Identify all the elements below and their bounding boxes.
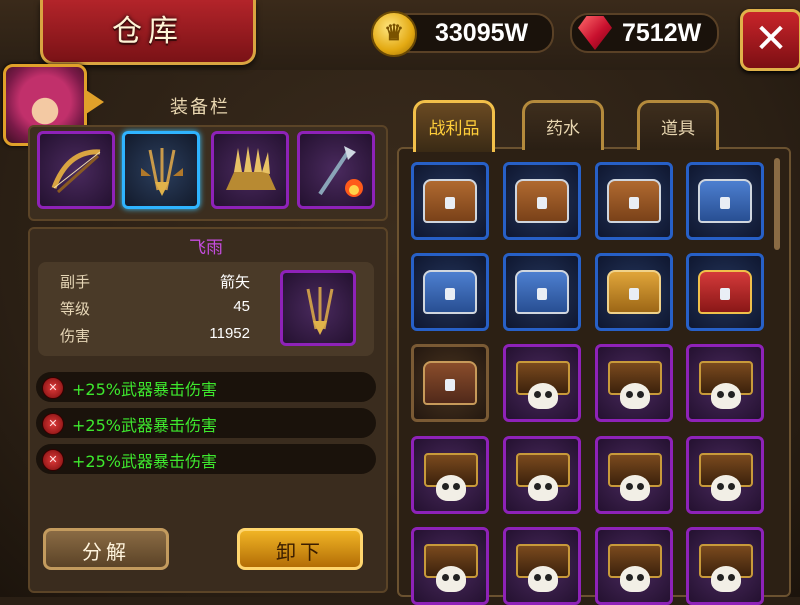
stat-level-label: 等级 bbox=[60, 300, 91, 318]
equipment-title: 装备栏 bbox=[170, 97, 230, 118]
stat-damage-value: 11952 bbox=[209, 325, 250, 342]
skull-treasure-icon bbox=[514, 353, 572, 413]
inventory-slot[interactable] bbox=[595, 162, 673, 240]
arrow-bundle-icon bbox=[141, 148, 183, 196]
close-button[interactable]: ✕ bbox=[740, 9, 800, 71]
skull-treasure-icon bbox=[697, 445, 755, 505]
skull-treasure-icon bbox=[606, 353, 664, 413]
attribute-row: ✕ +25%武器暴击伤害 bbox=[36, 444, 376, 474]
inventory-slot[interactable] bbox=[595, 253, 673, 331]
chest-blue-icon bbox=[515, 270, 569, 314]
ruby-gem-icon bbox=[578, 16, 612, 50]
stat-damage-label: 伤害 bbox=[60, 327, 91, 345]
chest-red-icon bbox=[698, 270, 752, 314]
inventory-slot[interactable] bbox=[411, 162, 489, 240]
attribute-icon: ✕ bbox=[42, 449, 64, 471]
stat-level-value: 45 bbox=[233, 298, 250, 315]
crossbow-icon bbox=[51, 149, 101, 194]
stat-type-value: 箭矢 bbox=[219, 274, 250, 291]
skull-treasure-icon bbox=[514, 445, 572, 505]
attribute-icon: ✕ bbox=[42, 413, 64, 435]
attribute-icon: ✕ bbox=[42, 377, 64, 399]
coin-counter: ♛ 33095W bbox=[371, 11, 554, 57]
inventory-slot[interactable] bbox=[595, 436, 673, 514]
expand-arrow-icon[interactable] bbox=[86, 90, 104, 114]
arrow-bundle-icon bbox=[306, 287, 334, 335]
stat-type-label: 副手 bbox=[60, 273, 91, 291]
skull-treasure-icon bbox=[606, 536, 664, 596]
gold-coin-icon: ♛ bbox=[371, 11, 417, 57]
tab-potions[interactable]: 药水 bbox=[522, 100, 604, 150]
attribute-row: ✕ +25%武器暴击伤害 bbox=[36, 372, 376, 402]
inventory-slot[interactable] bbox=[686, 344, 764, 422]
chest-gold-icon bbox=[607, 270, 661, 314]
skull-treasure-icon bbox=[422, 536, 480, 596]
skull-treasure-icon bbox=[697, 353, 755, 413]
inventory-slot[interactable] bbox=[503, 253, 581, 331]
item-name: 飞雨 bbox=[189, 238, 223, 258]
inventory-slot[interactable] bbox=[595, 527, 673, 605]
equip-slot-quiver[interactable] bbox=[211, 131, 289, 209]
inventory-slot[interactable] bbox=[411, 436, 489, 514]
inventory-slot[interactable] bbox=[411, 253, 489, 331]
inventory-scrollbar[interactable] bbox=[774, 158, 780, 250]
inventory-slot[interactable] bbox=[411, 344, 489, 422]
equip-slot-arrows[interactable] bbox=[122, 131, 200, 209]
gem-counter: 7512W bbox=[570, 13, 719, 53]
tab-items[interactable]: 道具 bbox=[637, 100, 719, 150]
inventory-slot[interactable] bbox=[503, 527, 581, 605]
chest-blue-icon bbox=[698, 179, 752, 223]
inventory-slot[interactable] bbox=[686, 527, 764, 605]
skull-treasure-icon bbox=[697, 536, 755, 596]
inventory-slot[interactable] bbox=[595, 344, 673, 422]
attribute-text: +25%武器暴击伤害 bbox=[72, 452, 217, 471]
attribute-text: +25%武器暴击伤害 bbox=[72, 380, 217, 399]
equip-slot-crossbow[interactable] bbox=[37, 131, 115, 209]
chest-brown-blue-icon bbox=[515, 179, 569, 223]
chest-wood-icon bbox=[423, 361, 477, 405]
attribute-row: ✕ +25%武器暴击伤害 bbox=[36, 408, 376, 438]
skull-treasure-icon bbox=[422, 445, 480, 505]
chest-blue-icon bbox=[423, 270, 477, 314]
tab-loot[interactable]: 战利品 bbox=[413, 100, 495, 152]
unequip-button[interactable]: 卸下 bbox=[237, 528, 363, 570]
skull-treasure-icon bbox=[514, 536, 572, 596]
inventory-slot[interactable] bbox=[503, 344, 581, 422]
inventory-slot[interactable] bbox=[686, 162, 764, 240]
gem-value: 7512W bbox=[622, 19, 702, 47]
title-banner: 仓库 bbox=[13, 0, 283, 65]
equip-slot-fire-arrow[interactable] bbox=[297, 131, 375, 209]
chest-brown-blue-icon bbox=[423, 179, 477, 223]
inventory-slot[interactable] bbox=[411, 527, 489, 605]
fire-arrow-icon bbox=[318, 146, 363, 197]
item-preview bbox=[280, 270, 356, 346]
inventory-slot[interactable] bbox=[686, 253, 764, 331]
coin-value: 33095W bbox=[435, 19, 529, 47]
attribute-text: +25%武器暴击伤害 bbox=[72, 416, 217, 435]
spiked-quiver-icon bbox=[226, 146, 276, 190]
inventory-slot[interactable] bbox=[503, 436, 581, 514]
inventory-slot[interactable] bbox=[503, 162, 581, 240]
skull-treasure-icon bbox=[606, 445, 664, 505]
chest-brown-blue-icon bbox=[607, 179, 661, 223]
inventory-slot[interactable] bbox=[686, 436, 764, 514]
page-title: 仓库 bbox=[112, 14, 184, 49]
split-button[interactable]: 分解 bbox=[43, 528, 169, 570]
